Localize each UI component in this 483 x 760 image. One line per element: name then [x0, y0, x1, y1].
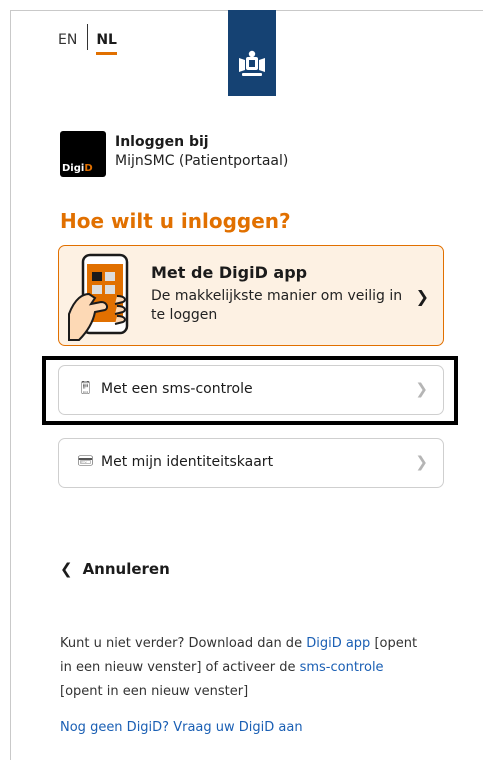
digid-logo: DigiD: [60, 131, 106, 177]
context-text: Inloggen bij MijnSMC (Patientportaal): [115, 133, 375, 171]
help-text-part-1: Kunt u niet verder? Download dan de: [60, 636, 307, 651]
request-digid-link[interactable]: Nog geen DigiD? Vraag uw DigiD aan: [60, 720, 303, 735]
selection-highlight: [42, 356, 458, 425]
language-nl-link[interactable]: NL: [88, 32, 117, 48]
page-heading: Hoe wilt u inloggen?: [60, 209, 291, 233]
rijksoverheid-logo: [228, 10, 276, 96]
language-switch: EN NL: [58, 24, 117, 50]
language-en-link[interactable]: EN: [58, 32, 87, 48]
id-card-option-label: Met mijn identiteitskaart: [101, 454, 274, 470]
id-card-option-button[interactable]: 💳︎ Met mijn identiteitskaart ❯: [58, 438, 444, 488]
sms-controle-link[interactable]: sms-controle: [300, 660, 384, 675]
help-text: Kunt u niet verder? Download dan de Digi…: [60, 632, 420, 704]
no-digid-section: Nog geen DigiD? Vraag uw DigiD aan: [60, 720, 303, 735]
app-option-title: Met de DigiD app: [151, 263, 308, 282]
digid-logo-d: D: [84, 163, 93, 174]
chevron-left-icon: ❮: [60, 560, 73, 578]
cancel-label: Annuleren: [82, 560, 170, 578]
context-subtitle: MijnSMC (Patientportaal): [115, 153, 289, 169]
digid-app-option-button[interactable]: Met de DigiD app De makkelijkste manier …: [58, 245, 444, 346]
chevron-right-icon: ❯: [415, 287, 429, 306]
context-title: Inloggen bij: [115, 134, 209, 150]
digid-logo-text: DigiD: [62, 163, 93, 174]
coat-of-arms-icon: [239, 50, 265, 76]
cancel-link[interactable]: ❮ Annuleren: [60, 560, 170, 578]
app-option-description: De makkelijkste manier om veilig in te l…: [151, 288, 403, 323]
chevron-right-icon: ❯: [415, 453, 428, 471]
id-card-icon: 💳︎: [77, 454, 94, 469]
phone-hand-icon: [68, 253, 129, 341]
digid-logo-digi: Digi: [62, 163, 85, 174]
help-text-part-3: [opent in een nieuw venster]: [60, 684, 249, 699]
digid-app-link[interactable]: DigiD app: [306, 636, 370, 651]
